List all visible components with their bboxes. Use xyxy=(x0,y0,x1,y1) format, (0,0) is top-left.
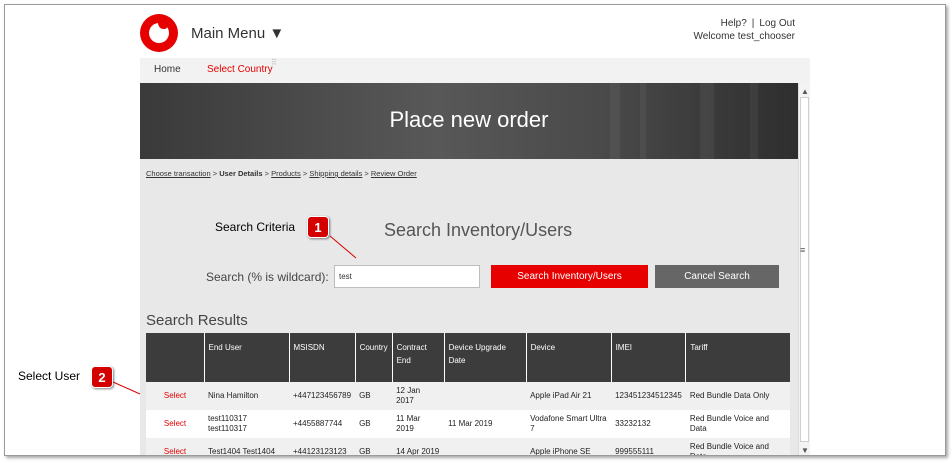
cell-country: GB xyxy=(355,410,393,438)
breadcrumb-products[interactable]: Products xyxy=(271,169,301,178)
column-header-upgrade-date: Device Upgrade Date xyxy=(443,333,527,382)
logout-link[interactable]: Log Out xyxy=(759,18,795,29)
breadcrumb-separator: > xyxy=(302,169,308,178)
table-row: Select test110317 test110317 +4455887744… xyxy=(146,410,790,438)
breadcrumb: Choose transaction > User Details > Prod… xyxy=(146,169,417,178)
results-table: End User MSISDN Country Contract End Dev… xyxy=(146,333,790,455)
user-links: Help? | Log Out Welcome test_chooser xyxy=(693,17,795,43)
nav-bar: Home Select Country ⠿ xyxy=(140,58,810,83)
link-separator: | xyxy=(751,18,755,29)
scroll-down-icon[interactable]: ▼ xyxy=(801,446,809,455)
cell-contract-end: 14 Apr 2019 xyxy=(392,438,445,455)
column-header-country: Country xyxy=(354,333,393,382)
cell-device: Apple iPad Air 21 xyxy=(526,382,612,410)
search-heading: Search Inventory/Users xyxy=(384,220,573,240)
main-content: Place new order Choose transaction > Use… xyxy=(140,83,798,455)
welcome-text: Welcome test_chooser xyxy=(693,31,795,42)
cell-end-user: Nina Hamilton xyxy=(204,382,289,410)
breadcrumb-choose-transaction[interactable]: Choose transaction xyxy=(146,169,211,178)
cell-imei: 123451234512345 xyxy=(611,382,686,410)
page-title: Place new order xyxy=(389,107,549,132)
search-label: Search (% is wildcard): xyxy=(206,270,329,284)
cell-end-user: Test1404 Test1404 xyxy=(204,438,289,455)
cancel-search-button[interactable]: Cancel Search xyxy=(655,265,779,288)
table-row: Select Nina Hamilton +447123456789 GB 12… xyxy=(146,382,790,410)
breadcrumb-review-order[interactable]: Review Order xyxy=(371,169,417,178)
callout-badge-2: 2 xyxy=(91,366,113,388)
search-input[interactable] xyxy=(334,265,480,288)
app-window: Main Menu ▼ Help? | Log Out Welcome test_c… xyxy=(4,4,946,456)
cell-msisdn: +4455887744 xyxy=(289,410,356,438)
cell-upgrade-date xyxy=(444,438,527,455)
cell-device: Vodafone Smart Ultra 7 xyxy=(526,410,612,438)
cell-tariff: Red Bundle Voice and Data xyxy=(685,438,790,455)
cell-upgrade-date: 11 Mar 2019 xyxy=(444,410,527,438)
cell-imei: 33232132 xyxy=(611,410,686,438)
column-header-end-user: End User xyxy=(203,333,289,382)
cell-contract-end: 11 Mar 2019 xyxy=(392,410,445,438)
column-header-msisdn: MSISDN xyxy=(288,333,356,382)
cell-country: GB xyxy=(355,438,393,455)
select-user-link[interactable]: Select xyxy=(146,438,204,455)
main-menu-button[interactable]: Main Menu ▼ xyxy=(191,25,284,42)
search-inventory-button[interactable]: Search Inventory/Users xyxy=(491,265,648,288)
cell-imei: 999555111 xyxy=(611,438,686,455)
cell-device: Apple iPhone SE xyxy=(526,438,612,455)
breadcrumb-separator: > xyxy=(364,169,369,178)
table-header-row: End User MSISDN Country Contract End Dev… xyxy=(146,333,790,382)
scroll-up-icon[interactable]: ▲ xyxy=(801,87,809,96)
select-user-link[interactable]: Select xyxy=(146,382,204,410)
breadcrumb-separator: > xyxy=(212,169,218,178)
page-banner: Place new order xyxy=(140,83,798,159)
cell-tariff: Red Bundle Voice and Data xyxy=(685,410,790,438)
column-header-tariff: Tariff xyxy=(685,333,790,382)
column-header-contract-end: Contract End xyxy=(391,333,445,382)
table-row: Select Test1404 Test1404 +44123123123 GB… xyxy=(146,438,790,455)
scrollbar-thumb[interactable] xyxy=(800,97,809,442)
nav-select-country-link[interactable]: Select Country xyxy=(207,64,273,75)
cell-upgrade-date xyxy=(444,382,527,410)
help-link[interactable]: Help? xyxy=(721,18,747,29)
breadcrumb-shipping-details[interactable]: Shipping details xyxy=(309,169,362,178)
cell-country: GB xyxy=(355,382,393,410)
callout-badge-1: 1 xyxy=(307,216,329,238)
column-header-imei: IMEI xyxy=(610,333,686,382)
cell-msisdn: +44123123123 xyxy=(289,438,356,455)
resize-grip-icon: ⠿ xyxy=(271,58,277,67)
nav-home-link[interactable]: Home xyxy=(154,64,181,75)
select-user-link[interactable]: Select xyxy=(146,410,204,438)
scroll-grip-icon: ≡ xyxy=(800,245,806,255)
vodafone-logo[interactable] xyxy=(140,14,178,52)
column-header-device: Device xyxy=(525,333,612,382)
callout-label-select-user: Select User xyxy=(18,369,81,383)
cell-end-user: test110317 test110317 xyxy=(204,410,289,438)
vertical-scrollbar[interactable]: ▲ ≡ ▼ xyxy=(798,83,810,455)
column-header-select xyxy=(146,333,204,382)
breadcrumb-separator: > xyxy=(264,169,270,178)
results-title: Search Results xyxy=(146,312,248,329)
breadcrumb-user-details: User Details xyxy=(219,169,263,178)
cell-tariff: Red Bundle Data Only xyxy=(685,382,790,410)
cell-contract-end: 12 Jan 2017 xyxy=(392,382,445,410)
callout-label-search-criteria: Search Criteria xyxy=(215,220,296,234)
cell-msisdn: +447123456789 xyxy=(289,382,356,410)
